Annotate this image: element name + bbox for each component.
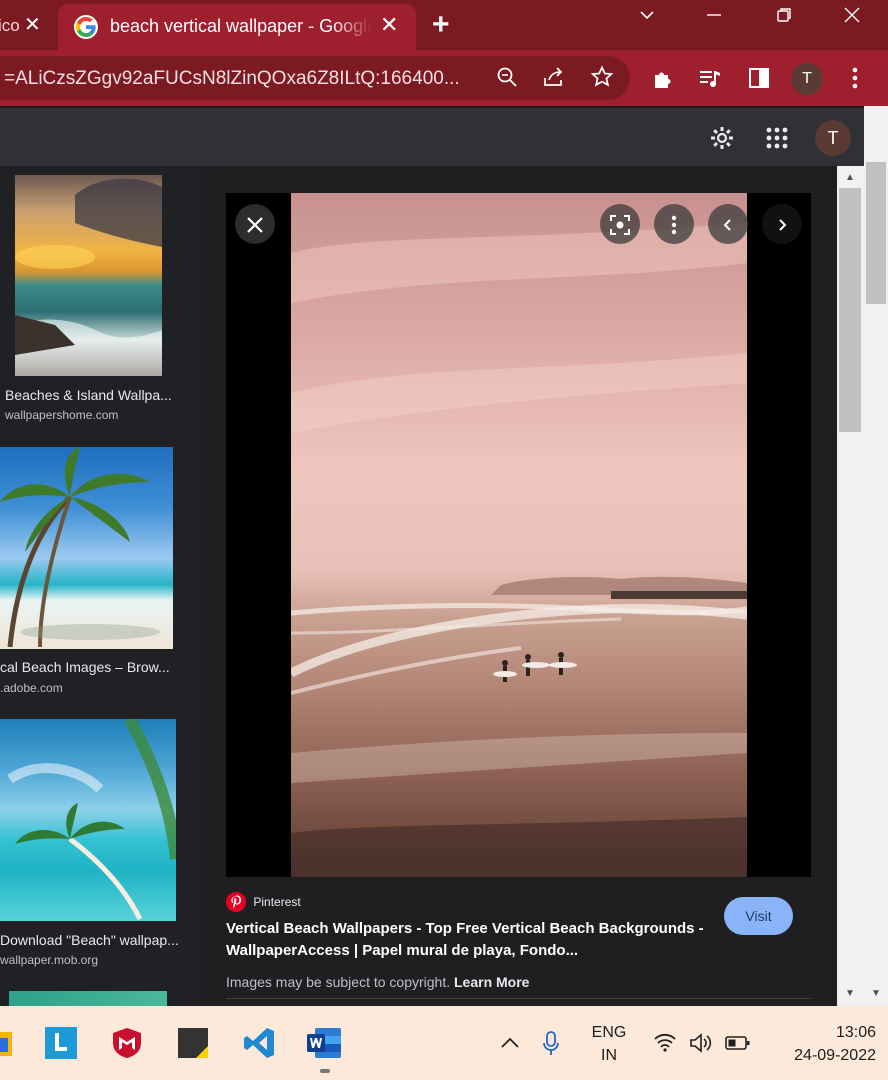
result-source: .adobe.com bbox=[0, 681, 63, 695]
tab-previous-title: ico bbox=[0, 16, 20, 35]
close-preview-button[interactable] bbox=[235, 204, 275, 244]
tab-close-icon[interactable]: ✕ bbox=[380, 12, 398, 38]
result-source: wallpaper.mob.org bbox=[0, 953, 99, 967]
image-title-link[interactable]: Vertical Beach Wallpapers - Top Free Ver… bbox=[226, 918, 716, 962]
tab-strip: ico ✕ beach vertical wallpaper - Google … bbox=[0, 0, 888, 50]
google-favicon-icon bbox=[74, 15, 98, 39]
copyright-notice: Images may be subject to copyright. Lear… bbox=[226, 974, 529, 990]
learn-more-link[interactable]: Learn More bbox=[454, 974, 529, 990]
taskbar-mcafee-shield-icon[interactable] bbox=[110, 1026, 144, 1060]
preview-scrollbar[interactable]: ▲ ▼ bbox=[837, 166, 864, 1006]
tab-previous-close-icon[interactable]: ✕ bbox=[24, 12, 41, 37]
taskbar-word-icon[interactable] bbox=[307, 1026, 341, 1060]
next-image-chevron-icon[interactable] bbox=[762, 204, 802, 244]
zoom-search-icon[interactable] bbox=[496, 66, 518, 94]
share-icon[interactable] bbox=[542, 66, 566, 94]
divider bbox=[226, 998, 811, 999]
side-panel-icon[interactable] bbox=[748, 67, 770, 95]
pinterest-logo-icon bbox=[226, 892, 246, 912]
language-indicator-bottom[interactable]: IN bbox=[588, 1047, 630, 1065]
taskbar-app-partial-icon[interactable] bbox=[0, 1026, 12, 1060]
google-apps-grid-icon[interactable] bbox=[766, 127, 788, 155]
result-source: wallpapershome.com bbox=[5, 408, 119, 422]
tray-overflow-chevron-icon[interactable] bbox=[500, 1036, 520, 1054]
taskbar-active-indicator bbox=[320, 1069, 330, 1073]
tab-active[interactable]: beach vertical wallpaper - Google Search… bbox=[58, 4, 416, 50]
new-tab-plus-icon[interactable]: + bbox=[432, 8, 450, 42]
tab-search-chevron-icon[interactable] bbox=[638, 6, 656, 30]
account-avatar[interactable]: T bbox=[815, 120, 851, 156]
language-indicator-top[interactable]: ENG bbox=[588, 1024, 630, 1042]
tropical-island-thumbnail[interactable] bbox=[0, 719, 176, 921]
preview-scroll-thumb[interactable] bbox=[839, 188, 861, 432]
scroll-down-arrow-icon[interactable]: ▼ bbox=[845, 988, 855, 999]
media-control-icon[interactable] bbox=[698, 67, 722, 97]
battery-icon[interactable] bbox=[725, 1035, 751, 1056]
image-result[interactable]: cal Beach Images – Brow... .adobe.com bbox=[0, 446, 200, 706]
result-caption[interactable]: Beaches & Island Wallpa... bbox=[5, 387, 172, 403]
lens-search-icon[interactable] bbox=[600, 204, 640, 244]
search-header: T bbox=[0, 106, 864, 166]
clock-date[interactable]: 24-09-2022 bbox=[770, 1047, 876, 1065]
taskbar-sticky-notes-icon[interactable] bbox=[176, 1026, 210, 1060]
microphone-icon[interactable] bbox=[543, 1031, 559, 1062]
profile-avatar[interactable]: T bbox=[791, 63, 823, 95]
taskbar-lexicon-l-icon[interactable] bbox=[44, 1026, 78, 1060]
minimize-icon[interactable] bbox=[705, 6, 723, 30]
previous-image-chevron-icon[interactable] bbox=[708, 204, 748, 244]
close-window-icon[interactable] bbox=[843, 6, 861, 30]
tab-previous[interactable]: ico ✕ bbox=[0, 0, 56, 50]
more-options-icon[interactable] bbox=[654, 204, 694, 244]
windows-taskbar: ENG IN 13:06 24-09-2022 bbox=[0, 1006, 888, 1080]
palm-beach-thumbnail[interactable] bbox=[0, 447, 173, 649]
preview-frame bbox=[226, 193, 811, 877]
image-preview-panel: Pinterest Vertical Beach Wallpapers - To… bbox=[200, 166, 837, 1006]
settings-gear-icon[interactable] bbox=[709, 125, 735, 157]
clock-time[interactable]: 13:06 bbox=[790, 1024, 876, 1042]
volume-icon[interactable] bbox=[689, 1032, 713, 1059]
address-bar[interactable]: =ALiCzsZGgv92aFUCsN8lZinQOxa6Z8ILtQ:1664… bbox=[0, 56, 630, 100]
page-scrollbar[interactable]: ▼ bbox=[864, 106, 888, 1006]
result-caption[interactable]: Download "Beach" wallpap... bbox=[0, 932, 179, 948]
visit-button[interactable]: Visit bbox=[724, 897, 793, 935]
bookmark-star-icon[interactable] bbox=[590, 65, 614, 95]
extensions-puzzle-icon[interactable] bbox=[651, 67, 675, 97]
scroll-up-arrow-icon[interactable]: ▲ bbox=[845, 172, 855, 183]
wifi-icon[interactable] bbox=[653, 1032, 677, 1057]
restore-icon[interactable] bbox=[775, 6, 793, 30]
tab-active-title: beach vertical wallpaper - Google Search bbox=[110, 16, 372, 37]
preview-image-surf-beach[interactable] bbox=[291, 193, 747, 877]
browser-toolbar: =ALiCzsZGgv92aFUCsN8lZinQOxa6Z8ILtQ:1664… bbox=[0, 50, 888, 106]
source-name: Pinterest bbox=[253, 895, 301, 909]
page-scroll-down-arrow-icon[interactable]: ▼ bbox=[871, 988, 881, 999]
copyright-text: Images may be subject to copyright. bbox=[226, 974, 451, 990]
taskbar-vscode-icon[interactable] bbox=[242, 1026, 276, 1060]
address-bar-url: =ALiCzsZGgv92aFUCsN8lZinQOxa6Z8ILtQ:1664… bbox=[4, 68, 460, 89]
image-results-column: Beaches & Island Wallpa... wallpapershom… bbox=[0, 166, 200, 1006]
image-result[interactable]: Beaches & Island Wallpa... wallpapershom… bbox=[0, 166, 200, 436]
page-scroll-thumb[interactable] bbox=[866, 162, 886, 304]
image-result-partial[interactable] bbox=[9, 991, 167, 1006]
menu-kebab-icon[interactable] bbox=[851, 66, 859, 96]
source-row[interactable]: Pinterest bbox=[226, 892, 301, 912]
result-caption[interactable]: cal Beach Images – Brow... bbox=[0, 659, 170, 675]
image-result[interactable]: Download "Beach" wallpap... wallpaper.mo… bbox=[0, 718, 200, 978]
beach-sunset-thumbnail[interactable] bbox=[15, 175, 162, 376]
